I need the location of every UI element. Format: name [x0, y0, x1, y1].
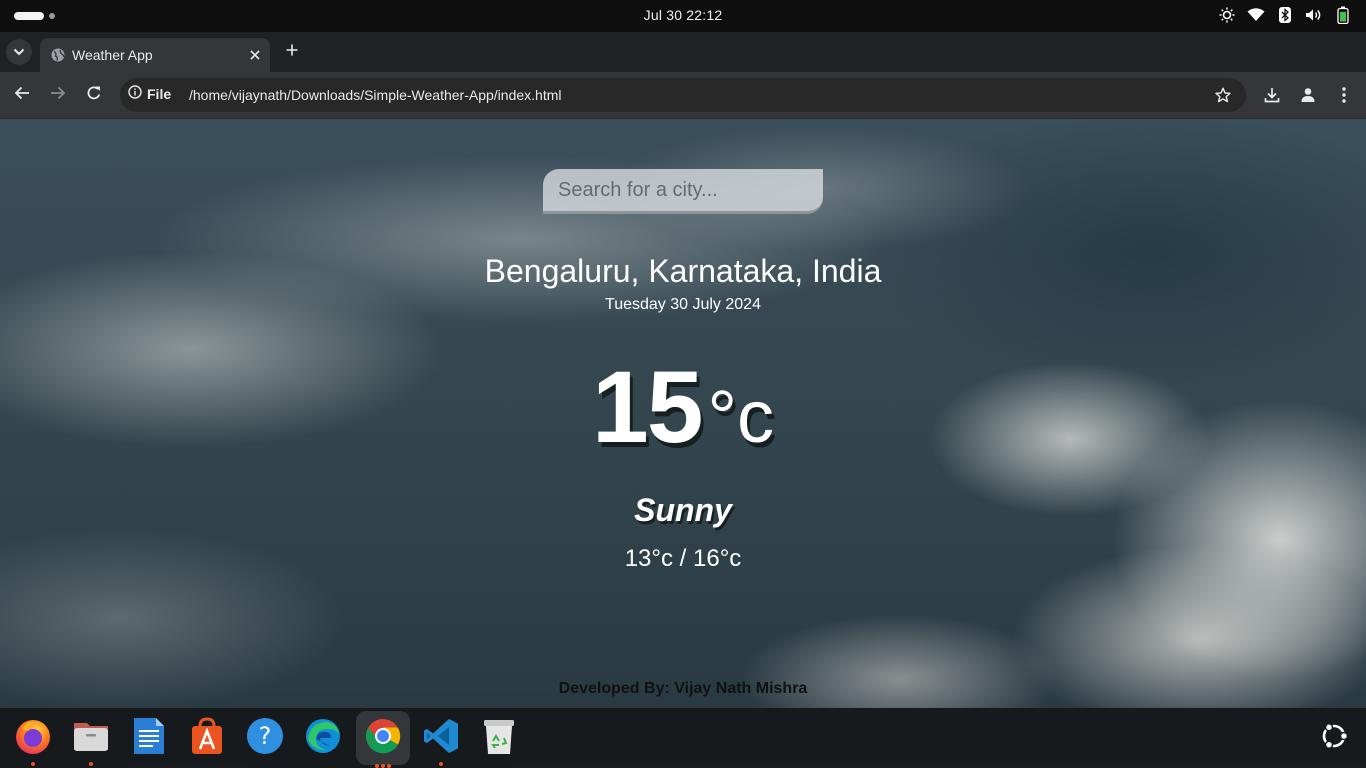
running-indicator [31, 762, 35, 766]
running-indicator [375, 764, 391, 768]
back-button[interactable] [11, 84, 33, 106]
system-top-bar: Jul 30 22:12 [0, 0, 1366, 32]
temperature-value: 15 [591, 350, 703, 464]
chrome-icon [364, 717, 402, 760]
dock-app-app-center[interactable] [187, 716, 227, 760]
dock-app-libreoffice-writer[interactable] [129, 717, 169, 760]
city-search-input[interactable] [543, 169, 823, 214]
brightness-icon [1218, 6, 1236, 24]
browser-toolbar: File /home/vijaynath/Downloads/Simple-We… [0, 72, 1366, 119]
reload-button[interactable] [83, 84, 105, 106]
running-indicator [89, 762, 93, 766]
weather-condition: Sunny [634, 492, 732, 528]
min-max-temperature: 13°c / 16°c [624, 545, 742, 572]
wifi-icon [1247, 6, 1265, 24]
show-apps-button[interactable] [1318, 722, 1350, 754]
clock[interactable]: Jul 30 22:12 [0, 7, 1366, 23]
info-icon [128, 85, 142, 102]
system-tray[interactable] [1218, 6, 1352, 24]
new-tab-button[interactable] [280, 40, 304, 64]
writer-icon [132, 717, 166, 760]
edge-icon [304, 717, 342, 760]
city-name: Bengaluru, Karnataka, India [484, 253, 882, 289]
chevron-down-icon [13, 43, 25, 61]
bluetooth-icon [1276, 6, 1294, 24]
running-indicator [439, 762, 443, 766]
bookmark-star-icon[interactable] [1214, 86, 1232, 104]
more-menu-icon[interactable] [1334, 85, 1354, 105]
ubuntu-logo-icon [1318, 720, 1350, 757]
dock-app-firefox[interactable] [13, 717, 53, 766]
firefox-icon [14, 717, 52, 760]
current-date: Tuesday 30 July 2024 [605, 296, 761, 313]
tab-title: Weather App [72, 47, 153, 63]
dock-app-help[interactable]: ? [245, 717, 285, 760]
plus-icon [286, 43, 298, 61]
forward-button[interactable] [47, 84, 69, 106]
profile-icon[interactable] [1298, 85, 1318, 105]
dock-app-vscode[interactable] [421, 717, 461, 766]
vscode-icon [422, 717, 460, 760]
reload-icon [86, 85, 102, 106]
dock-app-edge[interactable] [303, 718, 343, 758]
app-center-icon [190, 716, 224, 760]
tab-search-button[interactable] [6, 39, 32, 65]
address-bar[interactable]: File /home/vijaynath/Downloads/Simple-We… [120, 78, 1246, 112]
volume-icon [1305, 6, 1323, 24]
svg-text:?: ? [259, 722, 272, 750]
globe-icon [51, 48, 65, 62]
files-icon [72, 717, 110, 760]
dock-app-trash[interactable] [479, 718, 519, 758]
temperature-unit: °c [707, 375, 775, 458]
help-icon: ? [246, 717, 284, 760]
scheme-label: File [147, 85, 172, 102]
arrow-left-icon [14, 85, 30, 106]
url-text[interactable]: /home/vijaynath/Downloads/Simple-Weather… [189, 87, 561, 103]
site-info-chip[interactable]: File [128, 85, 171, 102]
page-viewport: Bengaluru, Karnataka, India Tuesday 30 J… [0, 119, 1366, 708]
dock-app-files[interactable] [71, 717, 111, 766]
battery-icon [1334, 6, 1352, 24]
arrow-right-icon [50, 85, 66, 106]
close-icon[interactable] [246, 46, 264, 64]
browser-tab-strip: Weather App [0, 32, 1366, 72]
developer-credit: Developed By: Vijay Nath Mishra [558, 680, 808, 697]
dock-app-chrome[interactable] [356, 711, 410, 768]
trash-icon [482, 717, 516, 760]
tab-weather-app[interactable]: Weather App [40, 38, 270, 72]
current-temperature: 15°c [0, 349, 1366, 466]
dock: ? [0, 708, 1366, 768]
download-icon[interactable] [1262, 85, 1282, 105]
